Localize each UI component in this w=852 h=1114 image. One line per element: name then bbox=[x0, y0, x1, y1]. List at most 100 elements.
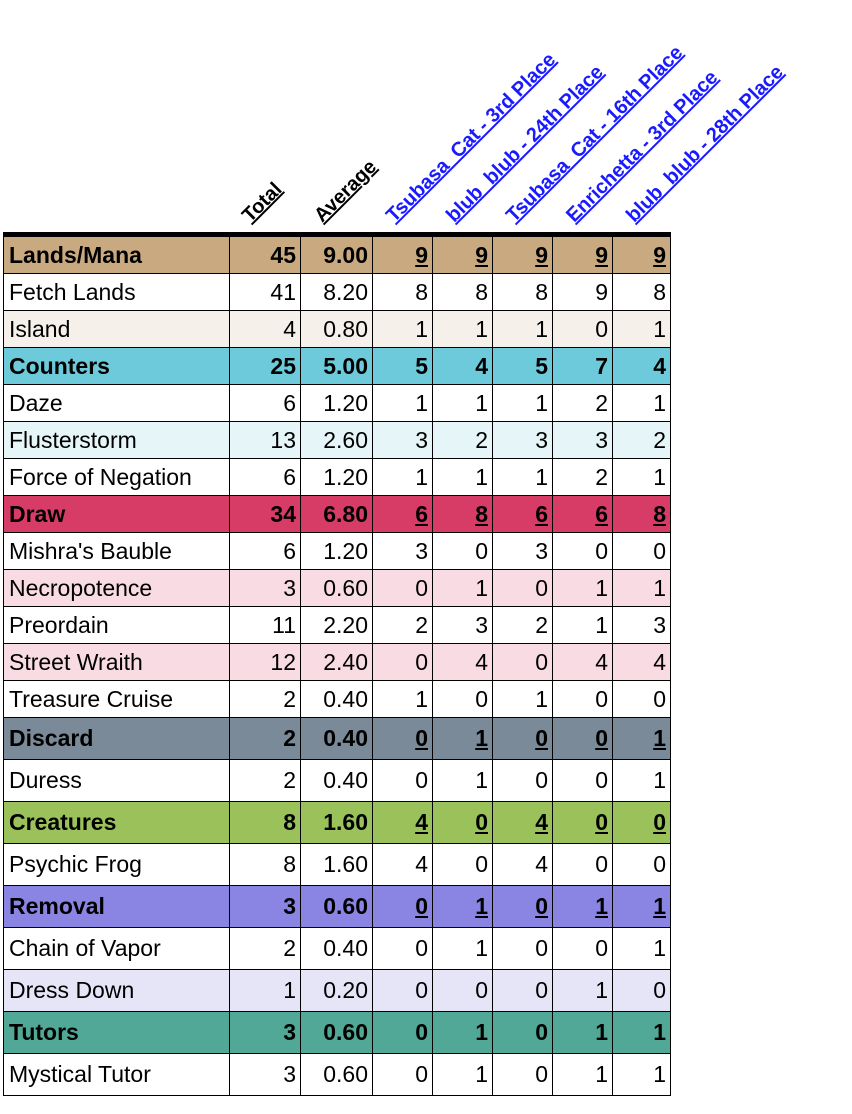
average-cell: 6.80 bbox=[300, 495, 373, 533]
player-count-cell: 8 bbox=[432, 495, 493, 533]
player-count-cell: 4 bbox=[552, 643, 613, 681]
card-name: Psychic Frog bbox=[3, 843, 230, 886]
total-cell: 11 bbox=[229, 606, 301, 644]
card-row: Preordain 11 2.20 2 3 2 1 3 bbox=[3, 606, 671, 644]
card-name: Force of Negation bbox=[3, 458, 230, 496]
player-count-cell: 0 bbox=[552, 927, 613, 970]
average-cell: 1.20 bbox=[300, 384, 373, 422]
card-name: Chain of Vapor bbox=[3, 927, 230, 970]
card-row: Psychic Frog 8 1.60 4 0 4 0 0 bbox=[3, 843, 671, 886]
card-row: Dress Down 1 0.20 0 0 0 1 0 bbox=[3, 969, 671, 1012]
category-name: Draw bbox=[3, 495, 230, 533]
category-name: Tutors bbox=[3, 1011, 230, 1054]
category-name: Discard bbox=[3, 717, 230, 760]
average-cell: 2.60 bbox=[300, 421, 373, 459]
player-count-cell: 2 bbox=[432, 421, 493, 459]
player-count-cell: 0 bbox=[372, 1053, 433, 1096]
player-count-cell: 8 bbox=[372, 273, 433, 311]
average-cell: 0.60 bbox=[300, 1053, 373, 1096]
total-cell: 2 bbox=[229, 717, 301, 760]
player-count-cell: 0 bbox=[372, 927, 433, 970]
column-headers: Total Average Tsubasa_Cat - 3rd Place bl… bbox=[0, 0, 852, 234]
card-row: Treasure Cruise 2 0.40 1 0 1 0 0 bbox=[3, 680, 671, 718]
player-count-cell: 1 bbox=[372, 458, 433, 496]
player-count-cell: 1 bbox=[552, 1053, 613, 1096]
card-row: Chain of Vapor 2 0.40 0 1 0 0 1 bbox=[3, 927, 671, 970]
card-name: Preordain bbox=[3, 606, 230, 644]
player-count-cell: 0 bbox=[432, 532, 493, 570]
player-count-cell: 1 bbox=[612, 885, 671, 928]
player-count-cell: 8 bbox=[612, 495, 671, 533]
player-count-cell: 0 bbox=[552, 532, 613, 570]
player-count-cell: 0 bbox=[612, 532, 671, 570]
player-count-cell: 4 bbox=[432, 643, 493, 681]
average-cell: 5.00 bbox=[300, 347, 373, 385]
player-count-cell: 0 bbox=[432, 969, 493, 1012]
card-name: Flusterstorm bbox=[3, 421, 230, 459]
player-count-cell: 1 bbox=[432, 569, 493, 607]
player-count-cell: 1 bbox=[552, 1011, 613, 1054]
decklist-table: Lands/Mana 45 9.00 9 9 9 9 9 Fetch Lands 41 8.20 8 8… bbox=[3, 232, 671, 1096]
player-count-cell: 9 bbox=[372, 234, 433, 274]
player-count-cell: 1 bbox=[432, 384, 493, 422]
average-cell: 0.80 bbox=[300, 310, 373, 348]
category-row: Draw 34 6.80 6 8 6 6 8 bbox=[3, 495, 671, 533]
category-name: Counters bbox=[3, 347, 230, 385]
player-count-cell: 6 bbox=[372, 495, 433, 533]
player-count-cell: 1 bbox=[612, 759, 671, 802]
total-cell: 2 bbox=[229, 927, 301, 970]
player-count-cell: 4 bbox=[492, 801, 553, 844]
player-count-cell: 4 bbox=[612, 347, 671, 385]
total-cell: 4 bbox=[229, 310, 301, 348]
average-header: Average bbox=[310, 155, 382, 227]
player-count-cell: 2 bbox=[492, 606, 553, 644]
player-count-cell: 0 bbox=[552, 310, 613, 348]
card-row: Street Wraith 12 2.40 0 4 0 4 4 bbox=[3, 643, 671, 681]
average-cell: 1.20 bbox=[300, 458, 373, 496]
player-count-cell: 1 bbox=[432, 1011, 493, 1054]
player-count-cell: 4 bbox=[492, 843, 553, 886]
average-cell: 1.60 bbox=[300, 843, 373, 886]
card-row: Mishra's Bauble 6 1.20 3 0 3 0 0 bbox=[3, 532, 671, 570]
player-count-cell: 6 bbox=[492, 495, 553, 533]
total-cell: 13 bbox=[229, 421, 301, 459]
player-count-cell: 5 bbox=[492, 347, 553, 385]
total-cell: 6 bbox=[229, 458, 301, 496]
player-count-cell: 1 bbox=[432, 310, 493, 348]
card-name: Treasure Cruise bbox=[3, 680, 230, 718]
average-cell: 0.20 bbox=[300, 969, 373, 1012]
category-name: Lands/Mana bbox=[3, 234, 230, 274]
player-count-cell: 5 bbox=[372, 347, 433, 385]
card-row: Flusterstorm 13 2.60 3 2 3 3 2 bbox=[3, 421, 671, 459]
card-name: Mystical Tutor bbox=[3, 1053, 230, 1096]
player-count-cell: 1 bbox=[552, 606, 613, 644]
average-cell: 0.40 bbox=[300, 759, 373, 802]
total-cell: 25 bbox=[229, 347, 301, 385]
average-cell: 1.60 bbox=[300, 801, 373, 844]
player-count-cell: 0 bbox=[552, 801, 613, 844]
player-count-cell: 1 bbox=[612, 717, 671, 760]
card-row: Duress 2 0.40 0 1 0 0 1 bbox=[3, 759, 671, 802]
total-cell: 8 bbox=[229, 843, 301, 886]
player-count-cell: 9 bbox=[492, 234, 553, 274]
card-name: Street Wraith bbox=[3, 643, 230, 681]
player-count-cell: 9 bbox=[552, 234, 613, 274]
total-cell: 3 bbox=[229, 1011, 301, 1054]
total-cell: 6 bbox=[229, 384, 301, 422]
player-count-cell: 8 bbox=[492, 273, 553, 311]
player-count-cell: 0 bbox=[372, 885, 433, 928]
player-count-cell: 9 bbox=[432, 234, 493, 274]
player-count-cell: 0 bbox=[492, 1011, 553, 1054]
player-count-cell: 0 bbox=[552, 759, 613, 802]
player-count-cell: 1 bbox=[612, 569, 671, 607]
player-count-cell: 3 bbox=[612, 606, 671, 644]
player-count-cell: 1 bbox=[552, 569, 613, 607]
player-count-cell: 3 bbox=[492, 421, 553, 459]
player-count-cell: 1 bbox=[612, 458, 671, 496]
player-count-cell: 1 bbox=[612, 310, 671, 348]
card-row: Daze 6 1.20 1 1 1 2 1 bbox=[3, 384, 671, 422]
average-cell: 8.20 bbox=[300, 273, 373, 311]
player-count-cell: 6 bbox=[552, 495, 613, 533]
category-name: Removal bbox=[3, 885, 230, 928]
player-count-cell: 0 bbox=[492, 717, 553, 760]
